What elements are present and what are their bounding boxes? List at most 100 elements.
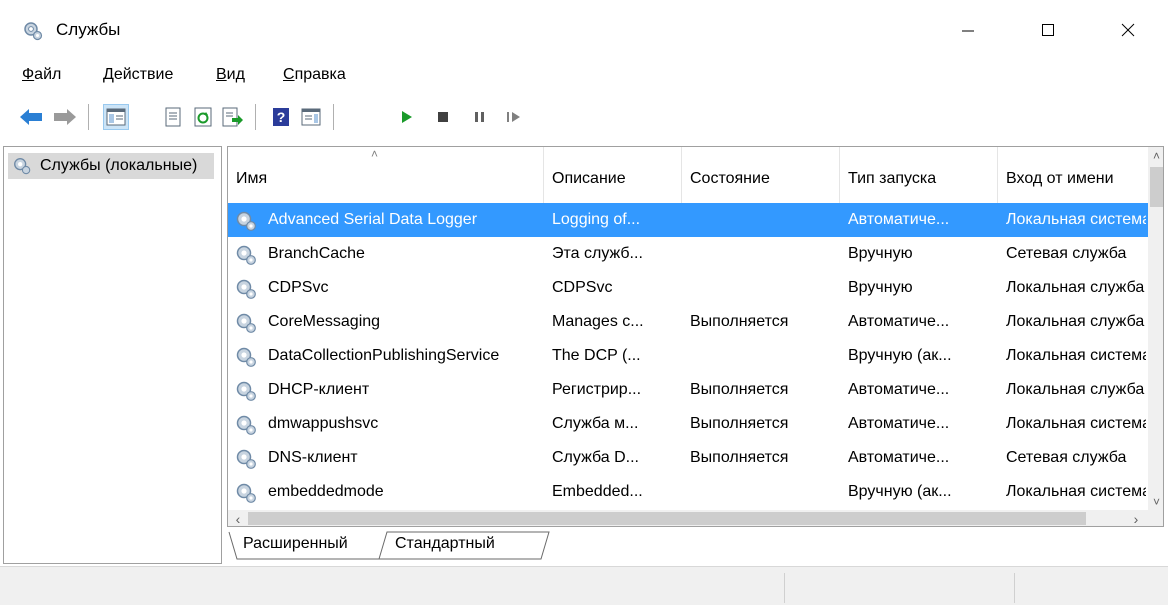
service-gear-icon: [236, 449, 256, 469]
resume-service-button[interactable]: [500, 104, 526, 130]
maximize-button[interactable]: [1020, 0, 1076, 60]
column-header-name[interactable]: Имя: [228, 147, 544, 203]
close-button[interactable]: [1100, 0, 1156, 60]
list-vertical-scrollbar[interactable]: ˄ ˅: [1148, 147, 1163, 510]
tree-item-services-local[interactable]: Службы (локальные): [8, 153, 214, 179]
cell-logon-as: Локальная система: [1006, 483, 1146, 500]
menu-help[interactable]: Справка: [283, 66, 346, 84]
tab-standard[interactable]: Стандартный: [385, 530, 505, 560]
title-bar: Службы: [0, 0, 1168, 60]
console-tree-button[interactable]: [103, 104, 129, 130]
cell-logon-as: Сетевая служба: [1006, 449, 1127, 466]
tab-extended[interactable]: Расширенный: [233, 530, 358, 560]
scrollbar-corner: [1148, 510, 1163, 526]
stop-service-button[interactable]: [430, 104, 456, 130]
cell-status: [690, 271, 838, 305]
service-gear-icon: [236, 313, 256, 333]
scroll-thumb[interactable]: [248, 512, 1086, 525]
table-row[interactable]: DataCollectionPublishingService The DCP (…: [228, 339, 1148, 373]
view-tabs: Расширенный Стандартный: [227, 530, 1164, 562]
close-icon: [1121, 23, 1135, 37]
pause-service-icon: [475, 112, 484, 122]
table-row[interactable]: DHCP-клиент Регистрир... Выполняется Автома…: [228, 373, 1148, 407]
menu-file[interactable]: Файл: [22, 66, 61, 84]
menu-bar: Файл Действие Вид Справка: [0, 60, 1168, 90]
service-gear-icon: [236, 279, 256, 299]
column-header-description[interactable]: Описание: [544, 147, 682, 203]
status-separator: [784, 573, 785, 603]
cell-startup-type: Автоматиче...: [848, 211, 950, 228]
cell-logon-as: Локальная служба: [1006, 279, 1145, 296]
cell-description: CDPSvc: [552, 279, 613, 296]
export-list-icon: [222, 107, 243, 127]
table-row[interactable]: dmwappushsvc Служба м... Выполняется Автома…: [228, 407, 1148, 441]
cell-status: [690, 475, 838, 509]
minimize-button[interactable]: [940, 0, 996, 60]
list-horizontal-scrollbar[interactable]: ‹ ›: [228, 510, 1148, 527]
cell-startup-type: Вручную: [848, 245, 913, 262]
cell-description: Logging of...: [552, 211, 641, 228]
menu-view[interactable]: Вид: [216, 66, 245, 84]
status-bar: [0, 566, 1168, 605]
cell-name: DHCP-клиент: [268, 381, 370, 398]
cell-name: dmwappushsvc: [268, 415, 379, 432]
cell-logon-as: Сетевая служба: [1006, 245, 1127, 262]
help-button[interactable]: ?: [268, 104, 294, 130]
cell-startup-type: Вручную (ак...: [848, 483, 952, 500]
scroll-down-icon[interactable]: ˅: [1148, 493, 1163, 510]
cell-description: The DCP (...: [552, 347, 641, 364]
console-tree-icon: [106, 108, 126, 126]
properties-icon: [165, 107, 181, 127]
scroll-up-icon[interactable]: ˄: [1148, 147, 1163, 164]
refresh-button[interactable]: [190, 104, 216, 130]
pause-service-button[interactable]: [466, 104, 492, 130]
table-row[interactable]: BranchCache Эта служб... Вручную Сетевая сл…: [228, 237, 1148, 271]
table-row[interactable]: CoreMessaging Manages c... Выполняется Авто…: [228, 305, 1148, 339]
forward-button[interactable]: [52, 104, 78, 130]
column-header-logon-as[interactable]: Вход от имени: [998, 147, 1148, 203]
back-arrow-icon: [20, 109, 42, 125]
cell-name: DNS-клиент: [268, 449, 358, 466]
help-icon: ?: [273, 108, 289, 126]
menu-action[interactable]: Действие: [103, 66, 173, 84]
service-gear-icon: [236, 211, 256, 231]
cell-name: Advanced Serial Data Logger: [268, 211, 478, 228]
cell-name: DataCollectionPublishingService: [268, 347, 500, 364]
toolbar-separator: [255, 104, 256, 130]
cell-status: [690, 237, 838, 271]
cell-name: BranchCache: [268, 245, 365, 262]
column-header-startup-type[interactable]: Тип запуска: [840, 147, 998, 203]
cell-logon-as: Локальная система: [1006, 211, 1146, 228]
tree-item-label: Службы (локальные): [40, 157, 198, 174]
cell-name: CoreMessaging: [268, 313, 381, 330]
column-header-status[interactable]: Состояние: [682, 147, 840, 203]
table-row[interactable]: embeddedmode Embedded... Вручную (ак... Лок…: [228, 475, 1148, 509]
table-row[interactable]: DNS-клиент Служба D... Выполняется Автомати…: [228, 441, 1148, 475]
toolbar-separator: [88, 104, 89, 130]
scroll-right-icon[interactable]: ›: [1126, 510, 1146, 527]
cell-logon-as: Локальная служба: [1006, 381, 1145, 398]
service-gear-icon: [236, 347, 256, 367]
back-button[interactable]: [18, 104, 44, 130]
action-pane-button[interactable]: [298, 104, 324, 130]
start-service-button[interactable]: [394, 104, 420, 130]
services-gear-icon: [14, 158, 31, 175]
service-gear-icon: [236, 415, 256, 435]
table-row[interactable]: Advanced Serial Data Logger Logging of...…: [228, 203, 1148, 237]
cell-logon-as: Локальная система: [1006, 415, 1146, 432]
cell-status: [690, 203, 838, 237]
properties-button[interactable]: [160, 104, 186, 130]
cell-description: Embedded...: [552, 483, 643, 500]
scroll-left-icon[interactable]: ‹: [228, 510, 248, 527]
scroll-thumb[interactable]: [1150, 167, 1163, 207]
cell-startup-type: Автоматиче...: [848, 449, 950, 466]
start-service-icon: [402, 111, 412, 123]
service-gear-icon: [236, 483, 256, 503]
table-row[interactable]: CDPSvc CDPSvc Вручную Локальная служба: [228, 271, 1148, 305]
cell-status: [690, 339, 838, 373]
toolbar: ?: [0, 94, 1168, 138]
export-list-button[interactable]: [220, 104, 246, 130]
cell-description: Регистрир...: [552, 381, 642, 398]
cell-status: Выполняется: [690, 381, 789, 398]
status-separator: [1014, 573, 1015, 603]
